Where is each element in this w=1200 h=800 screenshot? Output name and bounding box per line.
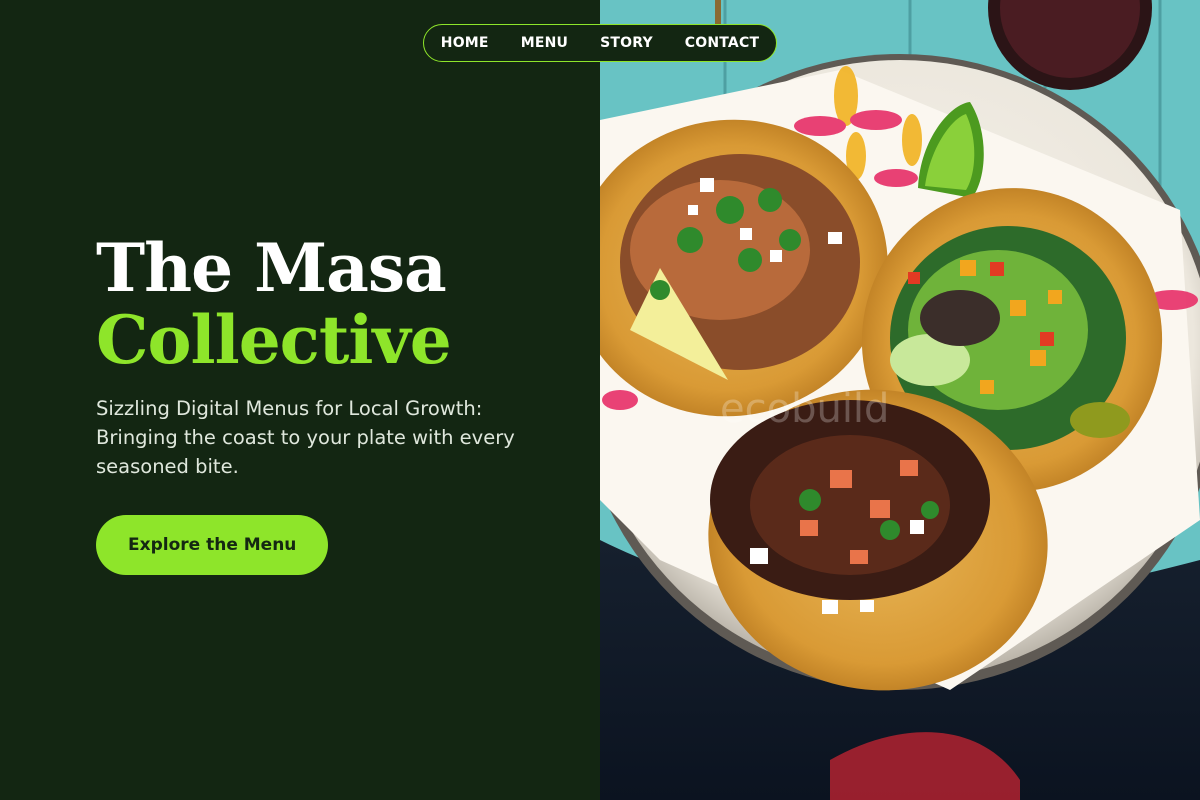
landing-page: The Masa Collective Sizzling Digital Men… — [0, 0, 1200, 800]
hero-copy: The Masa Collective Sizzling Digital Men… — [96, 232, 556, 575]
main-nav: HOME MENU STORY CONTACT — [423, 24, 777, 62]
hero-subtitle: Sizzling Digital Menus for Local Growth:… — [96, 397, 515, 478]
nav-home[interactable]: HOME — [441, 35, 489, 51]
hero-title-line-1: The Masa — [96, 229, 447, 307]
nav-story[interactable]: STORY — [600, 35, 653, 51]
hero-title-line-2: Collective — [96, 301, 452, 379]
hero-image: ecobuild — [600, 0, 1200, 800]
hero-panel: The Masa Collective Sizzling Digital Men… — [0, 0, 600, 800]
hero-title: The Masa Collective — [96, 232, 556, 376]
nav-contact[interactable]: CONTACT — [685, 35, 759, 51]
tacos-photo: ecobuild — [600, 0, 1200, 800]
image-watermark: ecobuild — [720, 386, 889, 432]
nav-menu[interactable]: MENU — [521, 35, 568, 51]
explore-menu-button[interactable]: Explore the Menu — [96, 515, 329, 575]
